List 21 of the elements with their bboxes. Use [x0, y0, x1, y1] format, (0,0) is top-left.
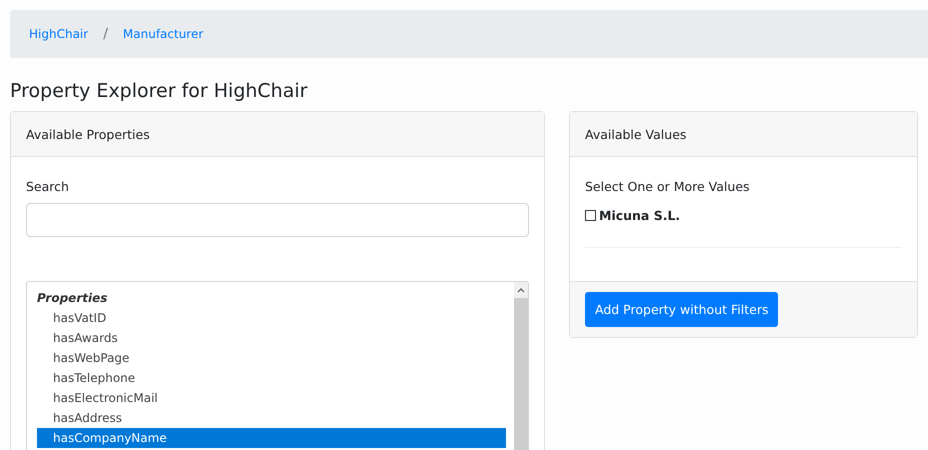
card-header: Available Properties — [11, 112, 544, 157]
card-header: Available Values — [570, 112, 917, 157]
search-label: Search — [26, 179, 70, 194]
properties-listbox[interactable]: Properties hasVatID hasAwards hasWebPage hasTelephone hasElectronicMail hasAddress hasCompanyName — [26, 281, 529, 450]
property-option[interactable]: hasAddress — [37, 408, 506, 428]
scrollbar[interactable] — [514, 282, 528, 450]
checkbox[interactable] — [585, 210, 596, 221]
breadcrumb-separator: / — [103, 26, 108, 42]
scroll-up-icon[interactable] — [517, 288, 525, 292]
property-option[interactable]: hasElectronicMail — [37, 388, 506, 408]
property-option[interactable]: hasVatID — [37, 308, 506, 328]
add-property-button[interactable]: Add Property without Filters — [585, 292, 778, 327]
search-field[interactable] — [26, 203, 529, 237]
property-option[interactable]: hasAwards — [37, 328, 506, 348]
property-option[interactable]: hasCompanyName — [37, 428, 506, 448]
list-group-label: Properties — [37, 290, 108, 307]
value-label: Micuna S.L. — [599, 208, 680, 223]
property-option[interactable]: hasTelephone — [37, 368, 506, 388]
values-prompt: Select One or More Values — [585, 179, 751, 194]
property-option[interactable]: hasWebPage — [37, 348, 506, 368]
page-title: Property Explorer for HighChair — [10, 80, 308, 102]
